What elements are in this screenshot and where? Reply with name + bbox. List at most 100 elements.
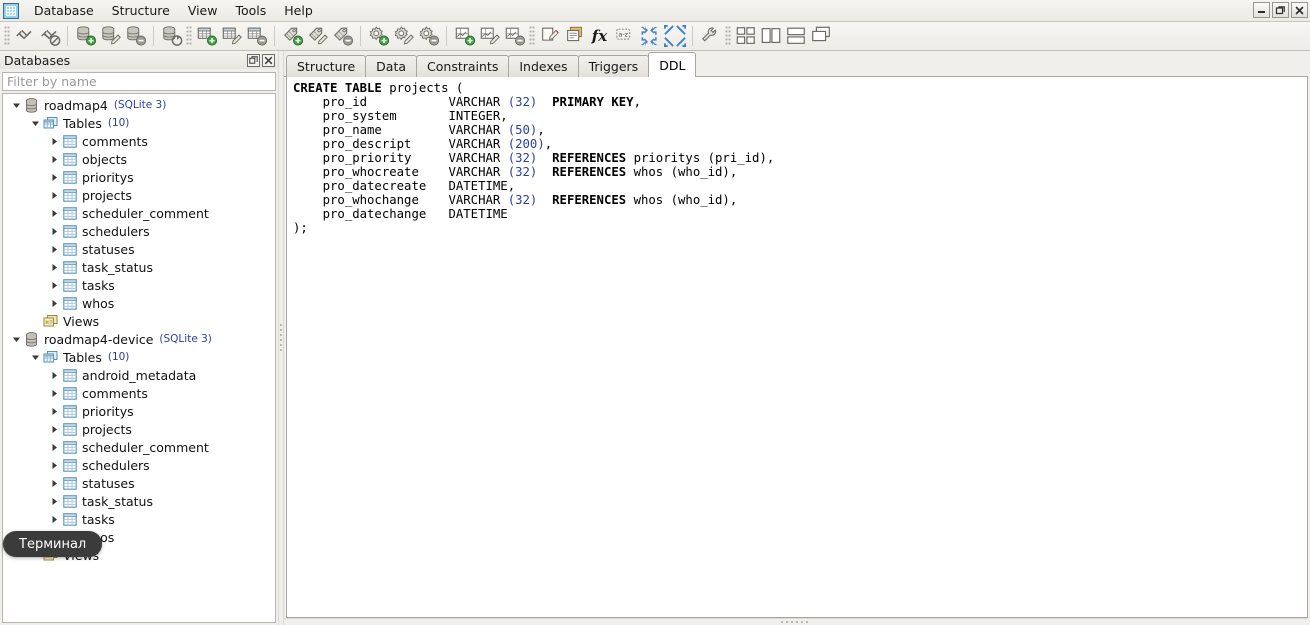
chevron-closed-icon[interactable] — [47, 186, 61, 204]
menu-item-database[interactable]: Database — [25, 1, 103, 21]
chevron-closed-icon[interactable] — [47, 474, 61, 492]
menu-item-help[interactable]: Help — [275, 1, 322, 21]
tile-horizontal-icon[interactable] — [783, 24, 808, 49]
tree-node-schedulers[interactable]: schedulers — [3, 222, 275, 240]
remove-index-icon[interactable] — [330, 24, 355, 49]
chevron-closed-icon[interactable] — [47, 510, 61, 528]
chevron-closed-icon[interactable] — [47, 492, 61, 510]
close-button[interactable] — [1291, 2, 1308, 18]
chevron-open-icon[interactable] — [28, 348, 42, 366]
tree-node-prioritys[interactable]: prioritys — [3, 168, 275, 186]
horizontal-splitter[interactable] — [284, 618, 1308, 625]
chevron-closed-icon[interactable] — [47, 294, 61, 312]
edit-view-icon[interactable] — [477, 24, 502, 49]
chevron-open-icon[interactable] — [28, 114, 42, 132]
tab-constraints[interactable]: Constraints — [416, 55, 510, 77]
remove-trigger-icon[interactable] — [416, 24, 441, 49]
tree-node-projects[interactable]: projects — [3, 186, 275, 204]
chevron-open-icon[interactable] — [9, 330, 23, 348]
float-panel-icon[interactable] — [247, 53, 260, 67]
tree-node-roadmap4-device[interactable]: roadmap4-device (SQLite 3) — [3, 330, 275, 348]
add-index-icon[interactable] — [280, 24, 305, 49]
tree-node-statuses[interactable]: statuses — [3, 474, 275, 492]
chevron-open-icon[interactable] — [9, 96, 23, 114]
tree-node-task-status[interactable]: task_status — [3, 258, 275, 276]
refresh-database-icon[interactable] — [159, 24, 184, 49]
tree-node-roadmap4[interactable]: roadmap4 (SQLite 3) — [3, 96, 275, 114]
ddl-token-plain: pro_datechange DATETIME — [293, 207, 508, 221]
tree-node-comments[interactable]: comments — [3, 132, 275, 150]
preferences-icon[interactable] — [698, 24, 723, 49]
remove-database-icon[interactable] — [123, 24, 148, 49]
edit-table-icon[interactable] — [219, 24, 244, 49]
tree-node-prioritys[interactable]: prioritys — [3, 402, 275, 420]
tree-node-views[interactable]: Views — [3, 312, 275, 330]
tree-node-task-status[interactable]: task_status — [3, 492, 275, 510]
menu-item-tools[interactable]: Tools — [226, 1, 275, 21]
toolbar-grip[interactable] — [4, 26, 10, 46]
chevron-closed-icon[interactable] — [47, 240, 61, 258]
ddl-token-plain: whos (who_id), — [626, 193, 738, 207]
edit-trigger-icon[interactable] — [391, 24, 416, 49]
chevron-closed-icon[interactable] — [47, 222, 61, 240]
query-builder-icon[interactable] — [562, 24, 587, 49]
add-trigger-icon[interactable] — [366, 24, 391, 49]
sort-az-icon[interactable]: a-z — [612, 24, 637, 49]
tree-node-comments[interactable]: comments — [3, 384, 275, 402]
tree-node-label: statuses — [82, 241, 135, 257]
cascade-icon[interactable] — [808, 24, 833, 49]
chevron-closed-icon[interactable] — [47, 366, 61, 384]
ddl-editor[interactable]: CREATE TABLE projects ( pro_id VARCHAR (… — [286, 77, 1308, 618]
tab-ddl[interactable]: DDL — [648, 52, 697, 77]
tab-triggers[interactable]: Triggers — [577, 55, 650, 77]
add-database-icon[interactable] — [73, 24, 98, 49]
tree-node-schedulers[interactable]: schedulers — [3, 456, 275, 474]
chevron-closed-icon[interactable] — [47, 168, 61, 186]
edit-database-icon[interactable] — [98, 24, 123, 49]
filter-input[interactable] — [2, 72, 276, 91]
new-query-icon[interactable] — [537, 24, 562, 49]
chevron-closed-icon[interactable] — [47, 276, 61, 294]
tree-node-tables[interactable]: Tables (10) — [3, 114, 275, 132]
toolbar-separator — [692, 26, 693, 46]
remove-table-icon[interactable] — [244, 24, 269, 49]
chevron-closed-icon[interactable] — [47, 402, 61, 420]
menu-item-view[interactable]: View — [179, 1, 227, 21]
tab-data[interactable]: Data — [365, 55, 418, 77]
tree-node-tasks[interactable]: tasks — [3, 510, 275, 528]
menu-item-structure[interactable]: Structure — [103, 1, 179, 21]
tree-node-android-metadata[interactable]: android_metadata — [3, 366, 275, 384]
tile-grid-icon[interactable] — [733, 24, 758, 49]
edit-index-icon[interactable] — [305, 24, 330, 49]
connect-icon[interactable] — [12, 24, 37, 49]
function-icon[interactable]: fx — [587, 24, 612, 49]
expand-all-icon[interactable] — [662, 24, 687, 49]
tree-node-tables[interactable]: Tables (10) — [3, 348, 275, 366]
remove-view-icon[interactable] — [502, 24, 527, 49]
chevron-closed-icon[interactable] — [47, 384, 61, 402]
chevron-closed-icon[interactable] — [47, 132, 61, 150]
minimize-button[interactable] — [1253, 2, 1270, 18]
chevron-closed-icon[interactable] — [47, 438, 61, 456]
close-panel-icon[interactable] — [262, 53, 275, 67]
tree-node-objects[interactable]: objects — [3, 150, 275, 168]
tree-node-scheduler-comment[interactable]: scheduler_comment — [3, 438, 275, 456]
chevron-closed-icon[interactable] — [47, 258, 61, 276]
tab-indexes[interactable]: Indexes — [508, 55, 579, 77]
tree-node-tasks[interactable]: tasks — [3, 276, 275, 294]
collapse-all-icon[interactable] — [637, 24, 662, 49]
tree-node-whos[interactable]: whos — [3, 294, 275, 312]
add-table-icon[interactable] — [194, 24, 219, 49]
tree-node-scheduler-comment[interactable]: scheduler_comment — [3, 204, 275, 222]
tile-vertical-icon[interactable] — [758, 24, 783, 49]
tab-structure[interactable]: Structure — [286, 55, 367, 77]
chevron-closed-icon[interactable] — [47, 150, 61, 168]
tree-node-statuses[interactable]: statuses — [3, 240, 275, 258]
chevron-closed-icon[interactable] — [47, 204, 61, 222]
disconnect-icon[interactable] — [37, 24, 62, 49]
add-view-icon[interactable] — [452, 24, 477, 49]
chevron-closed-icon[interactable] — [47, 456, 61, 474]
chevron-closed-icon[interactable] — [47, 420, 61, 438]
tree-node-projects[interactable]: projects — [3, 420, 275, 438]
restore-button[interactable] — [1272, 2, 1289, 18]
